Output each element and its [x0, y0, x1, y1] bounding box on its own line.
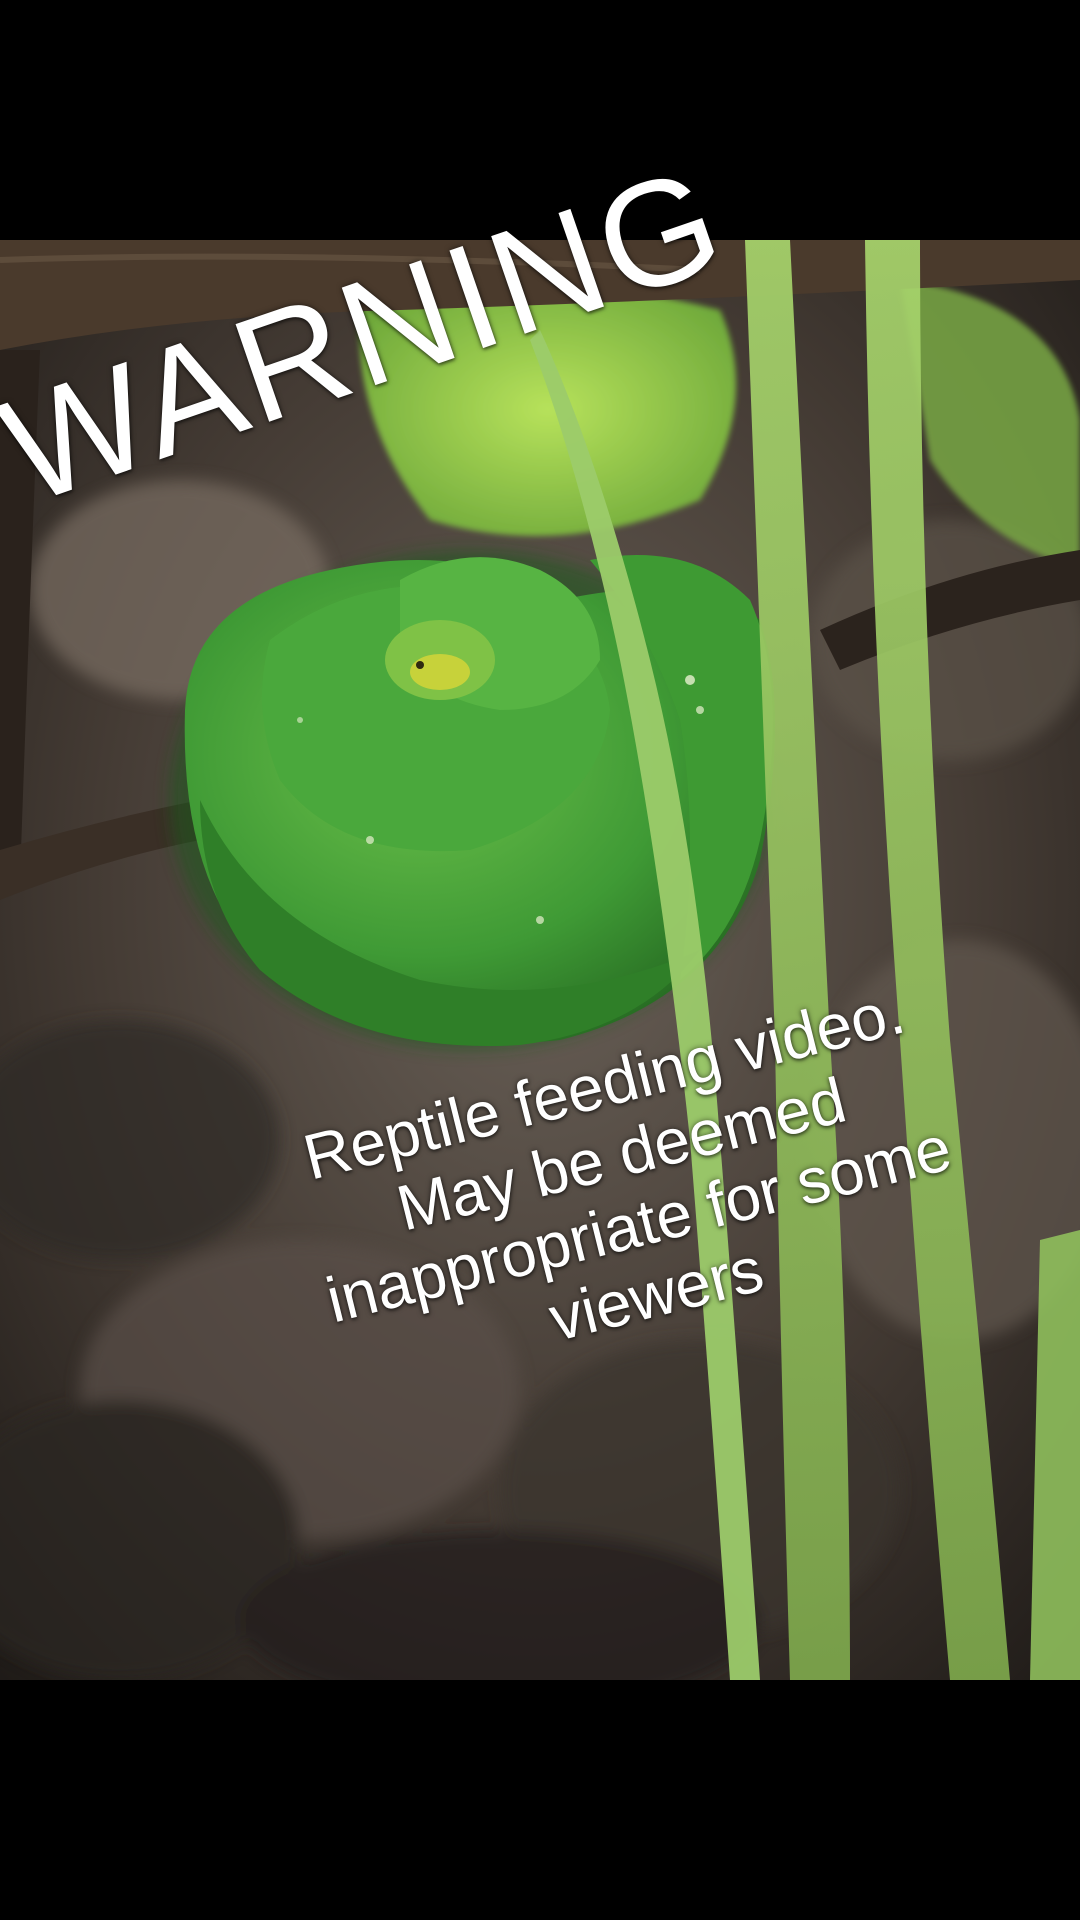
snake-scene-illustration	[0, 240, 1080, 1680]
letterbox-bottom	[0, 1680, 1080, 1920]
background-leaf	[358, 282, 736, 536]
video-frame: WARNING Reptile feeding video. May be de…	[0, 0, 1080, 1920]
letterbox-top	[0, 0, 1080, 240]
snake-photo	[0, 240, 1080, 1680]
